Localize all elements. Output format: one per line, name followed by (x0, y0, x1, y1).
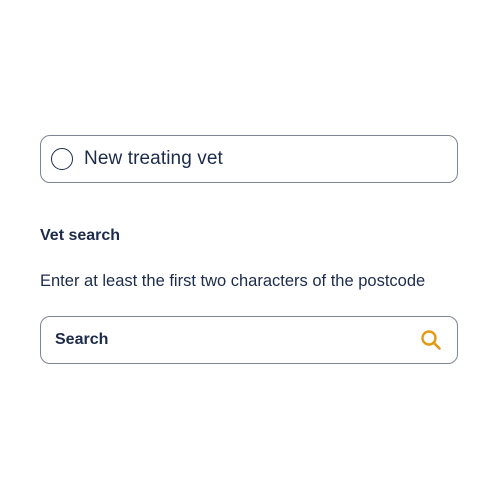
new-treating-vet-option[interactable]: New treating vet (40, 135, 458, 183)
postcode-hint-text: Enter at least the first two characters … (40, 272, 426, 290)
new-treating-vet-label: New treating vet (84, 148, 223, 169)
search-icon[interactable] (419, 328, 443, 352)
new-treating-vet-radio[interactable] (51, 148, 73, 170)
vet-search-box (40, 316, 458, 364)
vet-search-heading: Vet search (40, 227, 121, 244)
vet-search-input[interactable] (55, 325, 419, 355)
magnifier-icon-graphic (421, 330, 441, 350)
